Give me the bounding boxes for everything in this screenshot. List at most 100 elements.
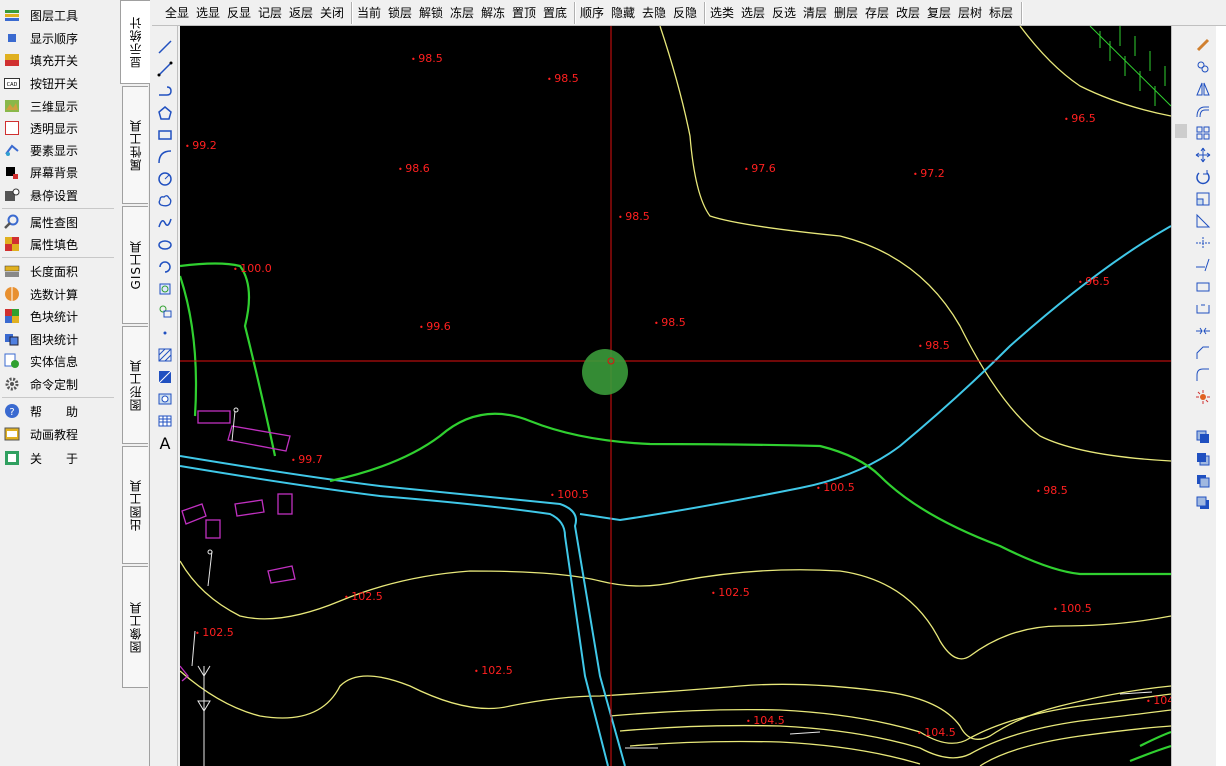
spline-tool-icon[interactable]	[156, 82, 174, 100]
toolbar-button-return-layer[interactable]: 返层	[289, 4, 313, 22]
menu-item-transparent[interactable]: 透明显示	[0, 117, 116, 139]
break-icon[interactable]	[1194, 278, 1212, 296]
contour-line	[629, 740, 921, 765]
toolbar-button-current[interactable]: 当前	[357, 4, 381, 22]
menu-item-attribute-fill[interactable]: 属性填色	[0, 233, 116, 255]
copy-icon[interactable]	[1194, 58, 1212, 76]
toolbar-button-change-layer[interactable]: 改层	[896, 4, 920, 22]
toolbar-button-inverse-show[interactable]: 反显	[227, 4, 251, 22]
menu-item-help[interactable]: ? 帮 助	[0, 400, 116, 422]
draw-order-above-icon[interactable]	[1194, 472, 1212, 490]
toolbar-button-select-show[interactable]: 选显	[196, 4, 220, 22]
toolbar-button-delete-layer[interactable]: 删层	[834, 4, 858, 22]
toolbar-button-layer-tree[interactable]: 层树	[958, 4, 982, 22]
toolbar-button-mark-layer[interactable]: 标层	[989, 4, 1013, 22]
tab-output-tools[interactable]: 出图工具	[122, 446, 148, 564]
line-tool-icon[interactable]	[156, 38, 174, 56]
trim-icon[interactable]	[1194, 234, 1212, 252]
mirror-icon[interactable]	[1194, 80, 1212, 98]
point-tool-icon[interactable]	[156, 324, 174, 342]
toolbar-button-record-layer[interactable]: 记层	[258, 4, 282, 22]
draw-order-back-icon[interactable]	[1194, 450, 1212, 468]
menu-item-command-custom[interactable]: 命令定制	[0, 373, 116, 395]
ellipse-tool-icon[interactable]	[156, 236, 174, 254]
menu-item-layer-tool[interactable]: 图层工具	[0, 4, 116, 26]
move-icon[interactable]	[1194, 146, 1212, 164]
array-icon[interactable]	[1194, 124, 1212, 142]
menu-item-display-order[interactable]: 显示顺序	[0, 27, 116, 49]
toolbar-button-bring-top[interactable]: 置顶	[512, 4, 536, 22]
toolbar-button-select-type[interactable]: 选类	[710, 4, 734, 22]
vegetation-edge	[1089, 26, 1171, 107]
menu-item-tutorial[interactable]: 动画教程	[0, 423, 116, 445]
toolbar-button-order[interactable]: 顺序	[580, 4, 604, 22]
menu-item-entity-info[interactable]: 实体信息	[0, 350, 116, 372]
cursor-marker	[582, 349, 628, 395]
toolbar-button-copy-layer[interactable]: 复层	[927, 4, 951, 22]
menu-item-button-toggle[interactable]: CAD 按钮开关	[0, 72, 116, 94]
toolbar-button-all-show[interactable]: 全显	[165, 4, 189, 22]
table-tool-icon[interactable]	[156, 412, 174, 430]
menu-item-block-stat[interactable]: 图块统计	[0, 328, 116, 350]
tab-gis-tools[interactable]: GIS工具	[122, 206, 148, 324]
toolbar-button-unlock[interactable]: 解锁	[419, 4, 443, 22]
hatch-tool-icon[interactable]	[156, 346, 174, 364]
toolbar-button-send-bottom[interactable]: 置底	[543, 4, 567, 22]
menu-item-fill-toggle[interactable]: 填充开关	[0, 49, 116, 71]
circle-tool-icon[interactable]	[156, 170, 174, 188]
toolbar-button-select-layer[interactable]: 选层	[741, 4, 765, 22]
rotate-arc-tool-icon[interactable]	[156, 258, 174, 276]
freehand-tool-icon[interactable]	[156, 214, 174, 232]
text-tool-icon[interactable]: A	[156, 434, 174, 453]
menu-item-about[interactable]: 关 于	[0, 447, 116, 469]
chamfer-icon[interactable]	[1194, 344, 1212, 362]
elevation-label: 99.7	[291, 453, 323, 466]
break-at-point-icon[interactable]	[1194, 300, 1212, 318]
gradient-hatch-icon[interactable]	[156, 368, 174, 386]
menu-item-screen-bg[interactable]: 屏幕背景	[0, 161, 116, 183]
drawing-canvas[interactable]: 98.5 98.5 99.2 98.6 97.6 97.2 96.5 98.5 …	[180, 26, 1171, 766]
arc-tool-icon[interactable]	[156, 148, 174, 166]
tab-image-tools[interactable]: 图像工具	[122, 566, 148, 688]
insert-block-icon[interactable]	[156, 302, 174, 320]
toolbar-button-lock-layer[interactable]: 锁层	[388, 4, 412, 22]
menu-item-feature-display[interactable]: 要素显示	[0, 139, 116, 161]
toolbar-button-unfreeze[interactable]: 解冻	[481, 4, 505, 22]
cloud-tool-icon[interactable]	[156, 192, 174, 210]
toolbar-button-close[interactable]: 关闭	[320, 4, 344, 22]
rotate-icon[interactable]	[1194, 168, 1212, 186]
toolbar-button-inverse-select[interactable]: 反选	[772, 4, 796, 22]
explode-icon[interactable]	[1194, 388, 1212, 406]
join-icon[interactable]	[1194, 322, 1212, 340]
menu-item-hover-settings[interactable]: 悬停设置	[0, 184, 116, 206]
tab-display-stats[interactable]: 显示统计	[120, 0, 150, 84]
fillet-icon[interactable]	[1194, 366, 1212, 384]
polyline-tool-icon[interactable]	[156, 60, 174, 78]
toolbar-button-clear-layer[interactable]: 清层	[803, 4, 827, 22]
scale-icon[interactable]	[1194, 190, 1212, 208]
draw-order-front-icon[interactable]	[1194, 428, 1212, 446]
menu-item-calc[interactable]: 选数计算	[0, 283, 116, 305]
menu-item-attribute-search[interactable]: 属性查图	[0, 211, 116, 233]
toolbar-button-inverse-hide[interactable]: 反隐	[673, 4, 697, 22]
erase-icon[interactable]	[1194, 36, 1212, 54]
toolbar-button-save-layer[interactable]: 存层	[865, 4, 889, 22]
toolbar-button-freeze-layer[interactable]: 冻层	[450, 4, 474, 22]
offset-icon[interactable]	[1194, 102, 1212, 120]
draw-order-below-icon[interactable]	[1194, 494, 1212, 512]
vertical-scrollbar[interactable]	[1171, 26, 1189, 766]
rectangle-tool-icon[interactable]	[156, 126, 174, 144]
polygon-tool-icon[interactable]	[156, 104, 174, 122]
extend-icon[interactable]	[1194, 256, 1212, 274]
toolbar-button-unhide[interactable]: 去隐	[642, 4, 666, 22]
toolbar-button-hide[interactable]: 隐藏	[611, 4, 635, 22]
tab-attribute-tools[interactable]: 属性工具	[122, 86, 148, 204]
menu-item-length-area[interactable]: 长度面积	[0, 260, 116, 282]
menu-item-color-block[interactable]: 色块统计	[0, 305, 116, 327]
tab-graphic-tools[interactable]: 图形工具	[122, 326, 148, 444]
menu-item-3d-display[interactable]: 三维显示	[0, 95, 116, 117]
scrollbar-thumb[interactable]	[1175, 124, 1187, 138]
region-tool-icon[interactable]	[156, 390, 174, 408]
stretch-icon[interactable]	[1194, 212, 1212, 230]
block-insert-icon[interactable]	[156, 280, 174, 298]
